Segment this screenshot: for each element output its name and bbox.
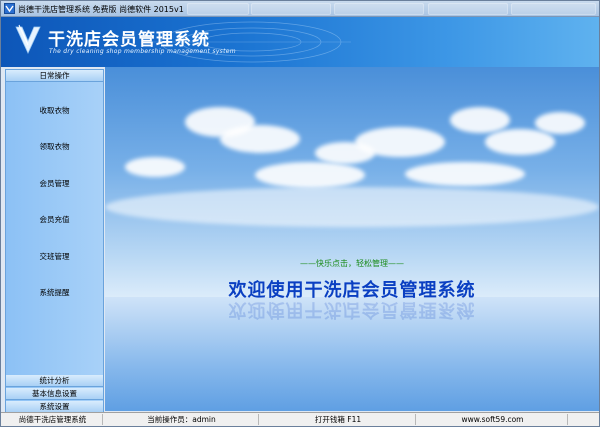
cloud-decoration — [255, 162, 365, 188]
background-tab — [428, 3, 508, 15]
header-banner: 干洗店会员管理系统 The dry cleaning shop membersh… — [1, 17, 599, 67]
background-tab — [511, 3, 596, 15]
sidebar-header-statistics[interactable]: 统计分析 — [6, 375, 103, 387]
sidebar: 日常操作 收取衣物 领取衣物 会员管理 会员充值 交班管理 系统提醒 统计分析 … — [5, 69, 104, 413]
sidebar-item-member-management[interactable]: 会员管理 — [6, 177, 103, 191]
status-website-link[interactable]: www.soft59.com — [418, 414, 568, 425]
sidebar-header-basic-settings[interactable]: 基本信息设置 — [6, 388, 103, 400]
cloud-decoration — [535, 112, 585, 134]
main-content: ——快乐点击，轻松管理—— 欢迎使用干洗店会员管理系统 欢迎使用干洗店会员管理系… — [105, 67, 599, 411]
sidebar-item-system-reminder[interactable]: 系统提醒 — [6, 286, 103, 300]
cloud-decoration — [485, 129, 555, 155]
welcome-reflection: 欢迎使用干洗店会员管理系统 — [228, 299, 476, 320]
status-open-cashbox[interactable]: 打开钱箱 F11 — [261, 414, 416, 425]
app-title: 干洗店会员管理系统 — [48, 30, 210, 50]
app-icon — [4, 3, 15, 14]
sidebar-item-member-recharge[interactable]: 会员充值 — [6, 213, 103, 227]
status-bar: 尚德干洗店管理系统 当前操作员：admin 打开钱箱 F11 www.soft5… — [1, 412, 599, 426]
cloud-decoration — [220, 125, 300, 153]
app-subtitle: The dry cleaning shop membership managem… — [49, 48, 236, 55]
cloud-decoration — [105, 187, 599, 227]
logo-icon — [15, 24, 41, 54]
cloud-decoration — [450, 107, 510, 133]
cloud-decoration — [125, 157, 185, 177]
background-tab — [187, 3, 249, 15]
status-empty-cell — [570, 414, 597, 425]
status-app-name: 尚德干洗店管理系统 — [3, 414, 103, 425]
cloud-decoration — [355, 127, 445, 157]
status-operator: 当前操作员：admin — [105, 414, 259, 425]
tagline: ——快乐点击，轻松管理—— — [300, 259, 404, 268]
background-tab — [334, 3, 424, 15]
sidebar-item-receive-clothes[interactable]: 收取衣物 — [6, 104, 103, 118]
background-tab — [251, 3, 331, 15]
sidebar-header-daily-operations[interactable]: 日常操作 — [6, 70, 103, 82]
sidebar-item-shift-handover[interactable]: 交班管理 — [6, 250, 103, 264]
app-window: 尚德干洗店管理系统 免费版 尚德软件 2015v1 干洗店会员管理系统 The … — [0, 0, 600, 427]
sidebar-item-collect-clothes[interactable]: 领取衣物 — [6, 140, 103, 154]
cloud-decoration — [405, 162, 525, 186]
title-bar[interactable]: 尚德干洗店管理系统 免费版 尚德软件 2015v1 — [1, 1, 599, 17]
window-title: 尚德干洗店管理系统 免费版 尚德软件 2015v1 — [18, 5, 184, 14]
